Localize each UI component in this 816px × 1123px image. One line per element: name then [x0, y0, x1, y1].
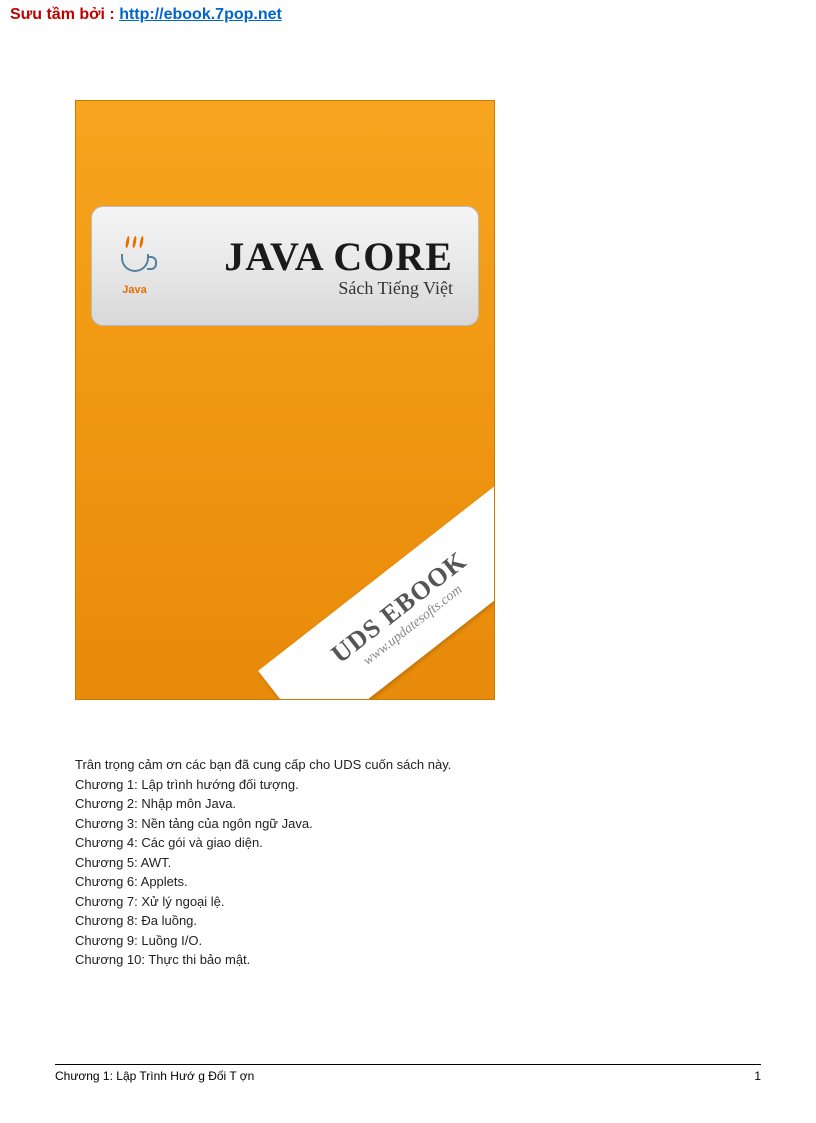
ribbon-title: UDS EBOOK [326, 546, 473, 670]
chapter-item: Chương 4: Các gói và giao diện. [75, 833, 816, 853]
chapter-item: Chương 10: Thực thi bảo mật. [75, 950, 816, 970]
title-text-block: JAVA CORE Sách Tiếng Việt [177, 233, 463, 299]
footer-chapter-label: Chương 1: Lập Trình Hướ g Đối T ợn [55, 1069, 254, 1083]
java-logo-text: Java [122, 284, 146, 296]
book-title: JAVA CORE [177, 233, 453, 280]
chapter-item: Chương 9: Luồng I/O. [75, 931, 816, 951]
attribution-label: Sưu tầm bởi : [10, 6, 119, 23]
chapter-item: Chương 5: AWT. [75, 853, 816, 873]
intro-text: Trân trọng cảm ơn các bạn đã cung cấp ch… [75, 755, 816, 775]
attribution-link[interactable]: http://ebook.7pop.net [119, 6, 282, 23]
chapter-item: Chương 3: Nền tảng của ngôn ngữ Java. [75, 814, 816, 834]
chapter-item: Chương 8: Đa luồng. [75, 911, 816, 931]
footer-divider [55, 1064, 761, 1065]
content-text: Trân trọng cảm ơn các bạn đã cung cấp ch… [75, 755, 816, 970]
chapter-item: Chương 2: Nhập môn Java. [75, 794, 816, 814]
ribbon-banner: UDS EBOOK www.updatesofts.com [258, 486, 495, 700]
chapter-item: Chương 1: Lập trình hướng đối tượng. [75, 775, 816, 795]
title-panel: Java JAVA CORE Sách Tiếng Việt [91, 206, 479, 326]
page-footer: Chương 1: Lập Trình Hướ g Đối T ợn 1 [55, 1064, 761, 1083]
footer-page-number: 1 [754, 1069, 761, 1083]
book-cover: Java JAVA CORE Sách Tiếng Việt UDS EBOOK… [75, 100, 495, 700]
header-attribution: Sưu tầm bởi : http://ebook.7pop.net [0, 0, 816, 30]
book-subtitle: Sách Tiếng Việt [177, 278, 453, 299]
chapter-item: Chương 6: Applets. [75, 872, 816, 892]
chapter-item: Chương 7: Xử lý ngoại lệ. [75, 892, 816, 912]
java-logo-icon: Java [107, 226, 162, 306]
